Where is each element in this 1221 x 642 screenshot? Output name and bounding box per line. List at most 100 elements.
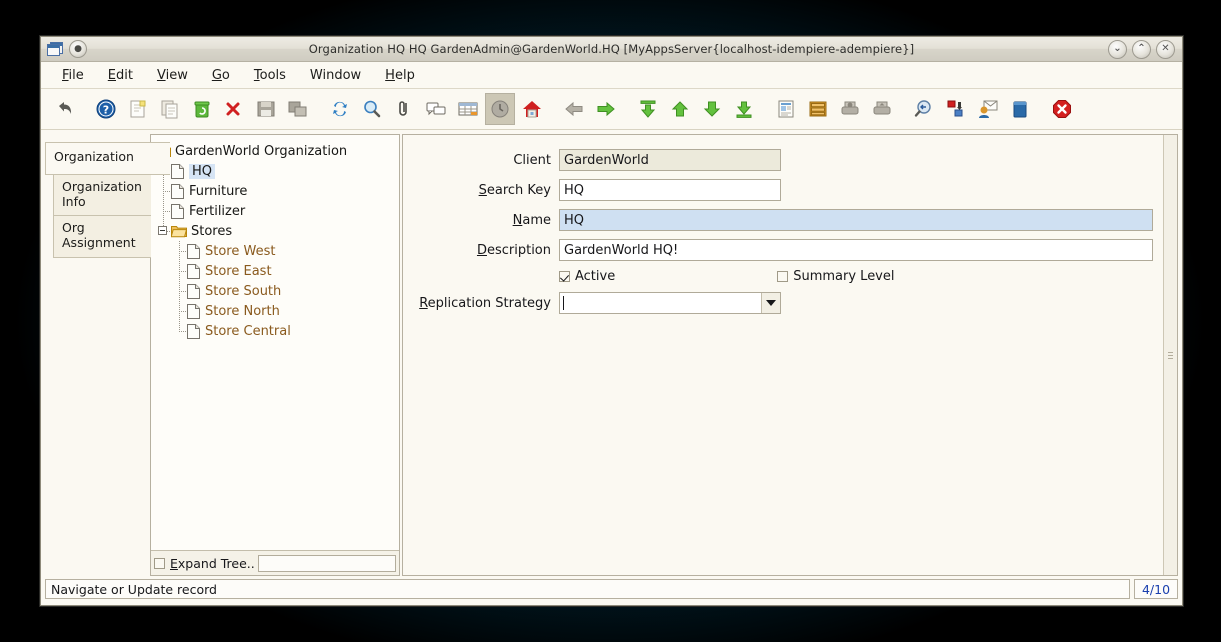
document-icon [171, 183, 184, 199]
last-record-icon[interactable] [729, 93, 759, 125]
tree-footer: Expand Tree.. [151, 550, 399, 575]
window-list-icon[interactable] [47, 42, 63, 56]
help-icon[interactable]: ? [91, 93, 121, 125]
tree-node-root[interactable]: GardenWorld Organization [155, 141, 395, 161]
tab-organization[interactable]: Organization [45, 142, 170, 175]
tab-organization-info-label: Organization Info [62, 178, 142, 209]
svg-text:?: ? [103, 104, 109, 117]
tree-node-label: Furniture [189, 183, 248, 199]
menu-file[interactable]: FFileile [51, 65, 95, 86]
description-field[interactable]: GardenWorld HQ! [559, 239, 1153, 261]
menu-help[interactable]: Help [374, 65, 426, 86]
tree-node-store-central[interactable]: Store Central [155, 321, 395, 341]
maximize-button[interactable]: ⌃ [1132, 39, 1151, 59]
tree-node-store-north[interactable]: Store North [155, 301, 395, 321]
menu-window[interactable]: Window [299, 65, 372, 86]
active-checkbox-group[interactable]: Active [559, 269, 615, 284]
report-icon[interactable] [771, 93, 801, 125]
menu-tools[interactable]: Tools [243, 65, 297, 86]
collapse-minus-icon[interactable] [158, 226, 167, 235]
field-row-search-key: Search Key HQ [403, 179, 1153, 201]
copy-record-icon[interactable] [155, 93, 185, 125]
tab-organization-info[interactable]: Organization Info [53, 173, 165, 217]
grid-toggle-icon[interactable] [453, 93, 483, 125]
print-preview-icon[interactable] [835, 93, 865, 125]
tree-node-fertilizer[interactable]: Fertilizer [155, 201, 395, 221]
minimize-button[interactable]: ⌄ [1108, 39, 1127, 59]
tab-org-assignment-label: Org Assignment [62, 220, 136, 250]
document-icon [187, 323, 200, 339]
expand-tree-label[interactable]: Expand Tree.. [170, 556, 255, 571]
form-scrollbar[interactable] [1163, 135, 1177, 575]
name-field[interactable]: HQ [559, 209, 1153, 231]
product-info-icon[interactable] [1005, 93, 1035, 125]
tree-node-store-south[interactable]: Store South [155, 281, 395, 301]
document-icon [187, 243, 200, 259]
attachment-icon[interactable] [389, 93, 419, 125]
tab-org-assignment[interactable]: Org Assignment [53, 215, 165, 258]
print-icon[interactable] [867, 93, 897, 125]
active-checkbox[interactable] [559, 271, 570, 282]
archive-icon[interactable] [803, 93, 833, 125]
expand-tree-checkbox[interactable] [154, 557, 165, 569]
client-field: GardenWorld [559, 149, 781, 171]
folder-open-icon [171, 224, 187, 238]
refresh-icon[interactable] [325, 93, 355, 125]
zoom-across-icon[interactable] [909, 93, 939, 125]
menu-edit[interactable]: Edit [97, 65, 144, 86]
back-icon[interactable] [559, 93, 589, 125]
description-label: Description [476, 242, 551, 258]
first-record-icon[interactable] [633, 93, 663, 125]
tree-node-store-east[interactable]: Store East [155, 261, 395, 281]
tree-node-label: GardenWorld Organization [175, 143, 348, 159]
window-title: Organization HQ HQ GardenAdmin@GardenWor… [308, 42, 915, 56]
organization-tree[interactable]: GardenWorld Organization HQ Furniture Fe… [151, 135, 399, 550]
tree-node-hq[interactable]: HQ [155, 161, 395, 181]
client-label: Client [513, 152, 551, 168]
tree-filter-input[interactable] [257, 554, 396, 572]
replication-strategy-combo[interactable] [559, 292, 781, 314]
tab-organization-label: Organization [54, 149, 134, 164]
window-titlebar[interactable]: ● Organization HQ HQ GardenAdmin@GardenW… [41, 37, 1182, 62]
find-icon[interactable] [357, 93, 387, 125]
workflow-icon[interactable] [941, 93, 971, 125]
summary-level-checkbox-group[interactable]: Summary Level [777, 269, 895, 284]
scrollbar-grip [1168, 354, 1173, 356]
tree-node-label: Store Central [205, 323, 291, 339]
app-round-icon[interactable]: ● [69, 40, 87, 58]
chevron-down-icon[interactable] [761, 293, 780, 313]
undo-icon[interactable] [49, 93, 79, 125]
request-icon[interactable] [973, 93, 1003, 125]
new-record-icon[interactable] [123, 93, 153, 125]
tree-node-store-west[interactable]: Store West [155, 241, 395, 261]
chat-icon[interactable] [421, 93, 451, 125]
menu-go[interactable]: Go [201, 65, 241, 86]
tree-panel: GardenWorld Organization HQ Furniture Fe… [150, 134, 400, 576]
forward-icon[interactable] [591, 93, 621, 125]
tree-expander-stores[interactable] [155, 221, 171, 241]
tree-node-stores[interactable]: Stores [155, 221, 395, 241]
next-record-icon[interactable] [697, 93, 727, 125]
search-key-field[interactable]: HQ [559, 179, 781, 201]
window-body: Organization Organization Info Org Assig… [41, 130, 1182, 576]
menu-view[interactable]: View [146, 65, 199, 86]
summary-level-label: Summary Level [793, 269, 895, 284]
summary-level-checkbox[interactable] [777, 271, 789, 282]
field-row-replication-strategy: Replication Strategy [403, 292, 1153, 314]
close-button[interactable]: ✕ [1156, 39, 1175, 59]
previous-record-icon[interactable] [665, 93, 695, 125]
multi-save-icon[interactable] [283, 93, 313, 125]
tree-node-furniture[interactable]: Furniture [155, 181, 395, 201]
tree-node-label: Fertilizer [189, 203, 246, 219]
toolbar: ? [41, 89, 1182, 130]
document-icon [171, 203, 184, 219]
delete-selection-icon[interactable] [219, 93, 249, 125]
save-icon[interactable] [251, 93, 281, 125]
tree-node-label: Stores [191, 223, 233, 239]
history-icon[interactable] [485, 93, 515, 125]
exit-icon[interactable] [1047, 93, 1077, 125]
home-icon[interactable] [517, 93, 547, 125]
delete-icon[interactable] [187, 93, 217, 125]
document-icon [187, 263, 200, 279]
tree-node-label: Store North [205, 303, 280, 319]
